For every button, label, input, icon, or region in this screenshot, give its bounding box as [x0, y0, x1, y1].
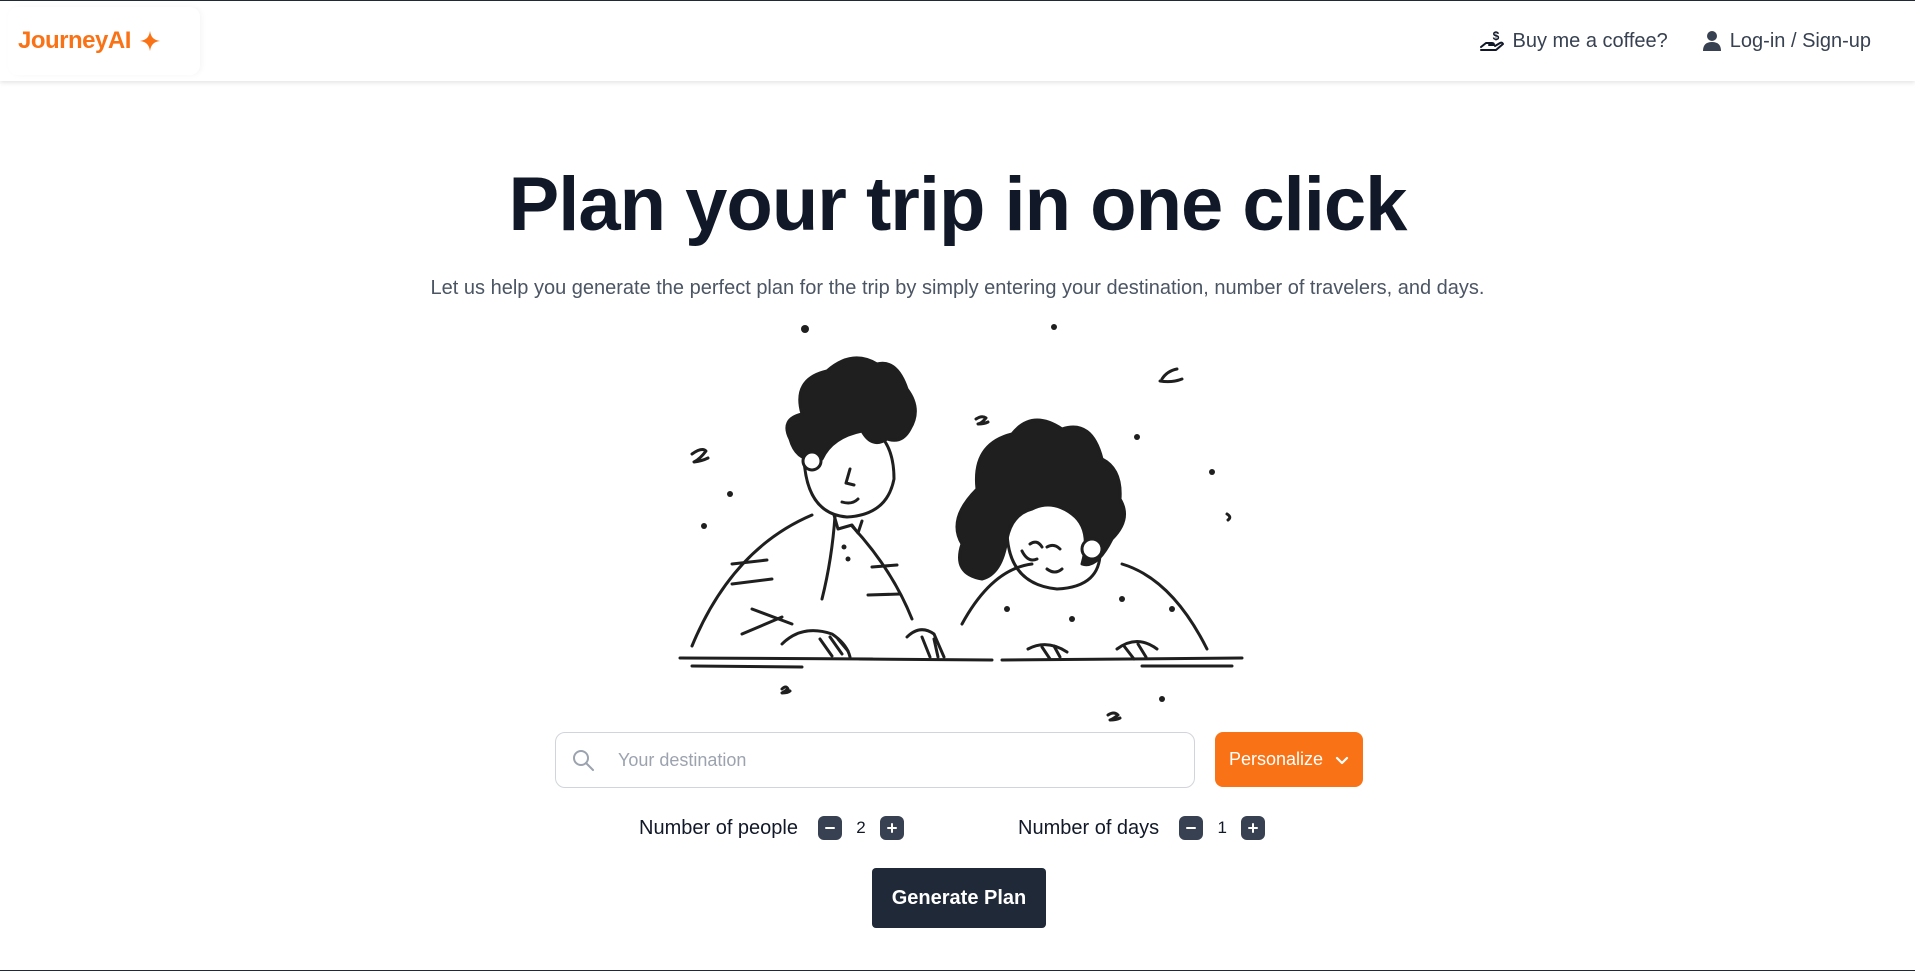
buy-coffee-link[interactable]: $ Buy me a coffee?	[1479, 28, 1668, 54]
top-navbar: JourneyAI $ Buy me a coffee? Log-in / Si…	[0, 1, 1915, 81]
chevron-down-icon	[1335, 756, 1349, 764]
login-signup-label: Log-in / Sign-up	[1729, 29, 1871, 52]
minus-icon	[1186, 827, 1197, 829]
people-increment-button[interactable]	[879, 816, 904, 840]
sparkle-icon	[139, 30, 160, 52]
brand-logo[interactable]: JourneyAI	[8, 7, 200, 75]
personalize-label: Personalize	[1228, 749, 1324, 769]
people-counter: Number of people 2	[639, 813, 904, 843]
days-decrement-button[interactable]	[1179, 816, 1204, 840]
plus-icon	[1248, 823, 1259, 833]
search-icon	[573, 750, 594, 771]
generate-plan-label: Generate Plan	[891, 886, 1027, 909]
minus-icon	[824, 827, 835, 829]
plus-icon	[886, 823, 897, 833]
days-increment-button[interactable]	[1241, 816, 1266, 840]
personalize-button[interactable]: Personalize	[1215, 732, 1363, 787]
app-window: JourneyAI $ Buy me a coffee? Log-in / Si…	[0, 0, 1915, 971]
people-label: Number of people	[639, 816, 798, 839]
days-counter: Number of days 1	[1018, 813, 1266, 843]
brand-name: JourneyAI	[18, 27, 131, 54]
two-travelers-illustration	[678, 324, 1244, 722]
people-value: 2	[856, 818, 866, 837]
login-signup-link[interactable]: Log-in / Sign-up	[1702, 30, 1871, 53]
people-decrement-button[interactable]	[817, 816, 842, 840]
hand-coin-icon: $	[1479, 29, 1504, 51]
buy-coffee-label: Buy me a coffee?	[1512, 29, 1668, 52]
days-label: Number of days	[1018, 816, 1160, 839]
svg-text:$: $	[1492, 29, 1499, 43]
page-subtitle: Let us help you generate the perfect pla…	[430, 277, 1485, 299]
destination-search[interactable]	[555, 732, 1195, 788]
page-title: Plan your trip in one click	[508, 162, 1408, 247]
destination-input[interactable]	[616, 748, 1180, 772]
generate-plan-button[interactable]: Generate Plan	[872, 868, 1046, 928]
user-icon	[1702, 31, 1721, 51]
nav-actions: $ Buy me a coffee? Log-in / Sign-up	[1479, 1, 1871, 81]
days-value: 1	[1217, 818, 1227, 837]
